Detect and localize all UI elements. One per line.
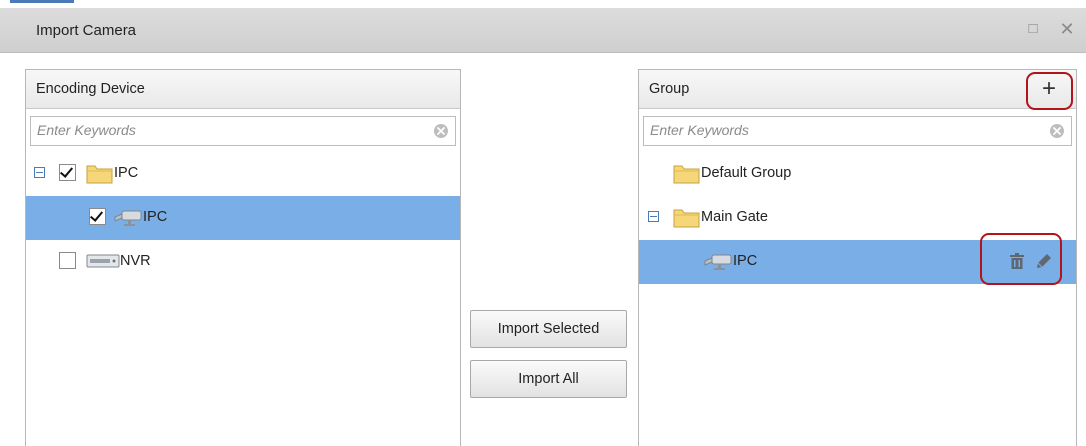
close-icon[interactable]: ✕ [1056, 18, 1078, 40]
collapse-icon[interactable] [648, 211, 659, 222]
add-group-button[interactable]: + [1036, 76, 1062, 102]
folder-icon [673, 165, 700, 184]
tree-item-label: IPC [733, 253, 758, 269]
checkbox[interactable] [89, 208, 106, 225]
panel-title: Group [649, 81, 690, 97]
check-mark-icon [89, 208, 104, 222]
tree-item-label: Default Group [701, 165, 792, 181]
accent-bar [10, 0, 74, 3]
panel-header: Group [639, 70, 1076, 109]
checkbox[interactable] [59, 252, 76, 269]
collapse-icon[interactable] [34, 167, 45, 178]
check-mark-icon [59, 164, 74, 178]
import-all-button[interactable]: Import All [470, 360, 627, 398]
folder-icon [86, 165, 113, 184]
tree-item-label: IPC [143, 209, 168, 225]
panel-header: Encoding Device [26, 70, 460, 109]
tree-row-selected[interactable]: IPC [26, 196, 460, 240]
nvr-icon [86, 254, 120, 268]
clear-icon[interactable] [1049, 123, 1065, 139]
tree-item-label: IPC [114, 165, 139, 181]
folder-icon [673, 209, 700, 228]
top-strip [0, 0, 1086, 8]
edit-icon[interactable] [1034, 251, 1054, 271]
tree-row[interactable]: Default Group [639, 152, 1076, 196]
tree-item-label: Main Gate [701, 209, 768, 225]
search-input[interactable] [644, 117, 1035, 143]
encoding-device-panel: Encoding Device IPC IPC [25, 69, 461, 446]
import-selected-button[interactable]: Import Selected [470, 310, 627, 348]
search-box [30, 116, 456, 146]
tree-row[interactable]: NVR [26, 240, 460, 284]
camera-icon [114, 210, 142, 226]
dialog-title: Import Camera [36, 22, 137, 39]
tree-item-label: NVR [120, 253, 151, 269]
search-box [643, 116, 1072, 146]
maximize-icon[interactable]: □ [1022, 18, 1044, 40]
tree-row[interactable]: Main Gate [639, 196, 1076, 240]
tree-row[interactable]: IPC [26, 152, 460, 196]
panel-title: Encoding Device [36, 81, 145, 97]
dialog-titlebar: Import Camera □ ✕ [0, 8, 1086, 53]
clear-icon[interactable] [433, 123, 449, 139]
search-input[interactable] [31, 117, 419, 143]
camera-icon [704, 254, 732, 270]
checkbox[interactable] [59, 164, 76, 181]
delete-icon[interactable] [1008, 252, 1026, 270]
